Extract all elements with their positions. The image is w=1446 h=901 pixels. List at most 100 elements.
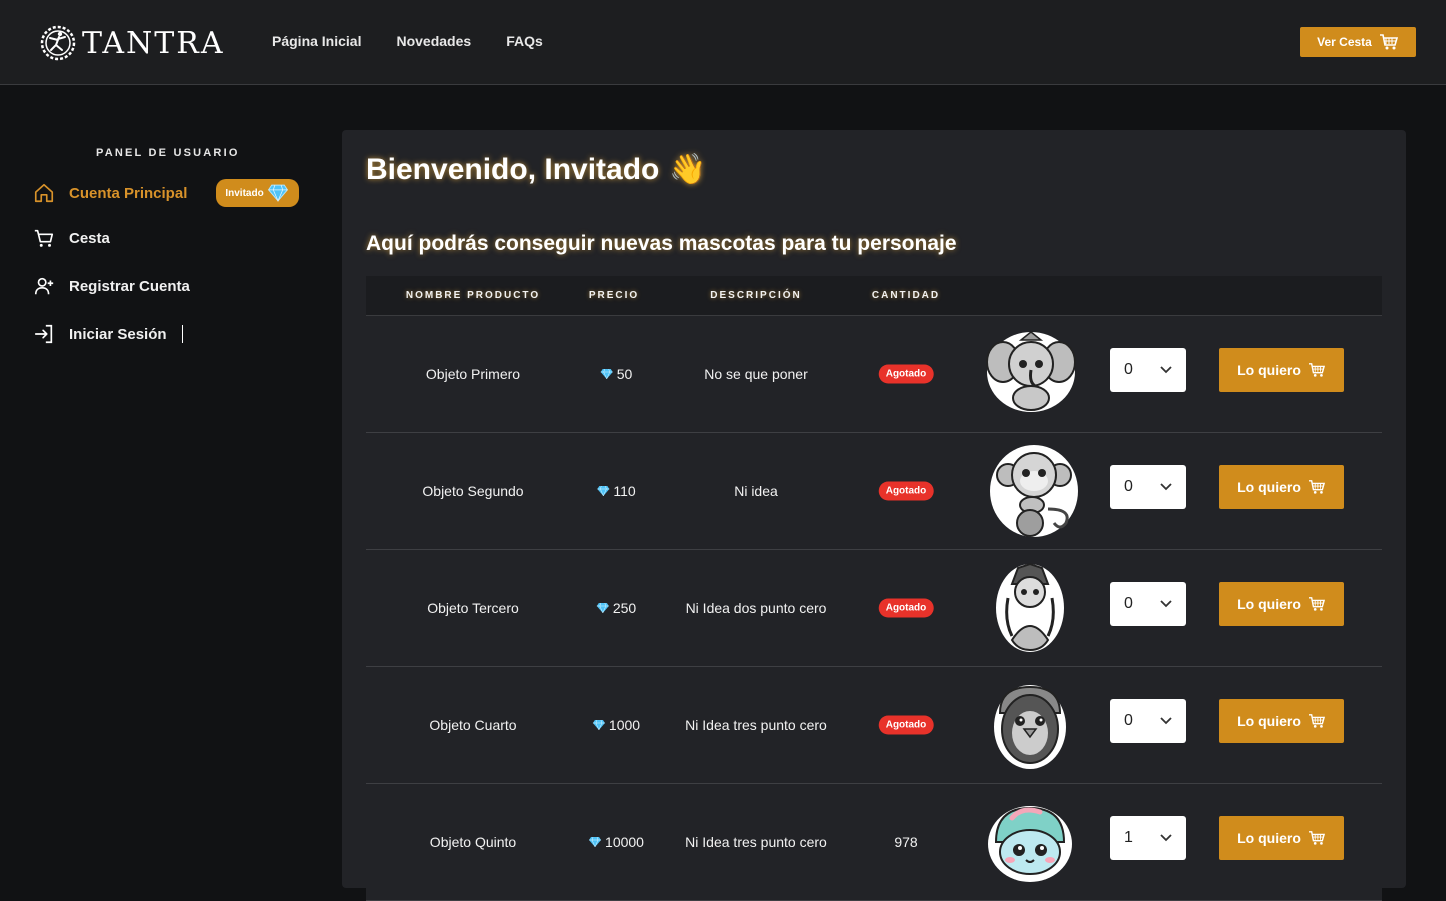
buy-button-label: Lo quiero bbox=[1237, 830, 1301, 846]
product-name: Objeto Segundo bbox=[422, 483, 524, 499]
view-cart-button[interactable]: Ver Cesta bbox=[1300, 27, 1416, 57]
elephant-pet-image bbox=[986, 331, 1076, 412]
product-description: Ni Idea tres punto cero bbox=[685, 834, 827, 850]
price-value: 10000 bbox=[605, 834, 644, 850]
column-header-name: NOMBRE PRODUCTO bbox=[405, 290, 541, 301]
main-panel: Bienvenido, Invitado 👋 Aquí podrás conse… bbox=[342, 130, 1406, 901]
sold-out-badge: Agotado bbox=[878, 715, 934, 735]
product-price: 110 bbox=[596, 483, 636, 499]
stock-status: Agotado bbox=[878, 481, 934, 501]
turtle-pet-image bbox=[988, 806, 1072, 882]
nav-link-faqs[interactable]: FAQs bbox=[506, 33, 543, 49]
product-name: Objeto Primero bbox=[425, 366, 521, 382]
product-name: Objeto Cuarto bbox=[429, 717, 517, 733]
sidebar-item-register[interactable]: Registrar Cuenta bbox=[33, 275, 190, 297]
stock-status: Agotado bbox=[878, 364, 934, 384]
quantity-select[interactable]: 0 bbox=[1110, 465, 1186, 509]
sold-out-badge: Agotado bbox=[878, 364, 934, 384]
gem-icon bbox=[596, 602, 609, 614]
monkey-pet-image bbox=[990, 445, 1078, 537]
cart-icon bbox=[1308, 831, 1325, 845]
goddess-pet-image bbox=[996, 562, 1064, 652]
welcome-heading: Bienvenido, Invitado 👋 bbox=[366, 152, 707, 187]
sidebar-item-cart[interactable]: Cesta bbox=[33, 227, 110, 249]
buy-button-label: Lo quiero bbox=[1237, 362, 1301, 378]
buy-button[interactable]: Lo quiero bbox=[1219, 582, 1344, 626]
user-sidebar: PANEL DE USUARIO Cuenta Principal Invita… bbox=[0, 86, 330, 888]
nav-link-home[interactable]: Página Inicial bbox=[272, 33, 361, 49]
tantra-logo-icon bbox=[40, 25, 76, 61]
table-row: Objeto Tercero 250 Ni Idea dos punto cer… bbox=[366, 550, 1382, 667]
price-value: 50 bbox=[616, 366, 633, 382]
table-row: Objeto Quinto 10000 Ni Idea tres punto c… bbox=[366, 784, 1382, 901]
quantity-value: 0 bbox=[1124, 478, 1133, 495]
gem-icon bbox=[589, 836, 602, 848]
gem-icon bbox=[267, 184, 288, 202]
price-value: 110 bbox=[613, 483, 636, 499]
chevron-down-icon bbox=[1160, 366, 1172, 374]
column-header-description: DESCRIPCIÓN bbox=[710, 290, 802, 301]
sold-out-badge: Agotado bbox=[878, 481, 934, 501]
product-description: Ni Idea tres punto cero bbox=[685, 717, 827, 733]
brand-logo[interactable]: TANTRA bbox=[38, 23, 225, 63]
gem-icon bbox=[600, 368, 613, 380]
chevron-down-icon bbox=[1160, 834, 1172, 842]
brand-name: TANTRA bbox=[82, 25, 225, 61]
user-plus-icon bbox=[34, 277, 54, 295]
sidebar-item-login[interactable]: Iniciar Sesión bbox=[33, 323, 183, 345]
sidebar-item-label: Cesta bbox=[69, 229, 110, 247]
product-price: 50 bbox=[600, 366, 633, 382]
column-header-price: PRECIO bbox=[588, 290, 640, 301]
product-description: Ni Idea dos punto cero bbox=[685, 600, 827, 616]
stock-count: 978 bbox=[894, 834, 918, 850]
buy-button[interactable]: Lo quiero bbox=[1219, 465, 1344, 509]
chevron-down-icon bbox=[1160, 483, 1172, 491]
guest-badge: Invitado bbox=[216, 179, 299, 207]
quantity-select[interactable]: 1 bbox=[1110, 816, 1186, 860]
buy-button[interactable]: Lo quiero bbox=[1219, 699, 1344, 743]
sidebar-item-label: Registrar Cuenta bbox=[69, 277, 190, 295]
sold-out-badge: Agotado bbox=[878, 598, 934, 618]
login-icon bbox=[34, 324, 53, 344]
penguin-pet-image bbox=[994, 685, 1066, 769]
sidebar-item-label: Cuenta Principal bbox=[69, 184, 188, 202]
stock-status: Agotado bbox=[878, 598, 934, 618]
cart-icon bbox=[1308, 597, 1325, 611]
product-name: Objeto Tercero bbox=[427, 600, 519, 616]
product-price: 1000 bbox=[592, 717, 640, 733]
cart-icon bbox=[1308, 714, 1325, 728]
quantity-select[interactable]: 0 bbox=[1110, 699, 1186, 743]
view-cart-label: Ver Cesta bbox=[1317, 35, 1372, 49]
product-price: 250 bbox=[596, 600, 636, 616]
chevron-down-icon bbox=[1160, 717, 1172, 725]
main-nav: Página Inicial Novedades FAQs bbox=[272, 33, 543, 49]
welcome-text: Bienvenido, Invitado bbox=[366, 152, 660, 186]
price-value: 250 bbox=[612, 600, 637, 616]
cart-icon bbox=[1308, 363, 1325, 377]
sidebar-item-main-account[interactable]: Cuenta Principal Invitado bbox=[33, 179, 299, 207]
price-value: 1000 bbox=[608, 717, 641, 733]
quantity-select[interactable]: 0 bbox=[1110, 582, 1186, 626]
stock-status: Agotado bbox=[878, 715, 934, 735]
gem-icon bbox=[592, 719, 605, 731]
cart-icon bbox=[34, 229, 54, 247]
home-icon bbox=[34, 183, 54, 203]
quantity-value: 0 bbox=[1124, 361, 1133, 378]
product-name: Objeto Quinto bbox=[429, 834, 517, 850]
buy-button[interactable]: Lo quiero bbox=[1219, 816, 1344, 860]
nav-link-news[interactable]: Novedades bbox=[396, 33, 471, 49]
buy-button-label: Lo quiero bbox=[1237, 479, 1301, 495]
quantity-value: 0 bbox=[1124, 712, 1133, 729]
quantity-select[interactable]: 0 bbox=[1110, 348, 1186, 392]
table-row: Objeto Segundo 110 Ni idea Agotado 0 Lo … bbox=[366, 433, 1382, 550]
product-price: 10000 bbox=[588, 834, 644, 850]
buy-button[interactable]: Lo quiero bbox=[1219, 348, 1344, 392]
product-description: Ni idea bbox=[734, 483, 778, 499]
page-subtitle: Aquí podrás conseguir nuevas mascotas pa… bbox=[366, 232, 957, 255]
table-header: NOMBRE PRODUCTO PRECIO DESCRIPCIÓN CANTI… bbox=[366, 276, 1382, 316]
table-row: Objeto Cuarto 1000 Ni Idea tres punto ce… bbox=[366, 667, 1382, 784]
guest-badge-label: Invitado bbox=[225, 187, 264, 199]
chevron-down-icon bbox=[1160, 600, 1172, 608]
top-navbar: TANTRA Página Inicial Novedades FAQs Ver… bbox=[0, 0, 1446, 85]
cart-icon bbox=[1308, 480, 1325, 494]
